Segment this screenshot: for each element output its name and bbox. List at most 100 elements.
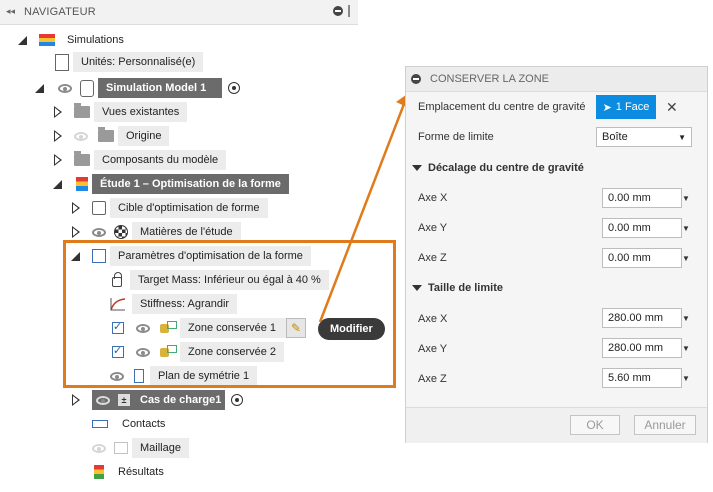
offset-section-title: Décalage du centre de gravité (428, 162, 584, 174)
offset-x-label: Axe X (418, 192, 448, 204)
tree-label: Simulation Model 1 (98, 78, 222, 98)
shape-value: Boîte (602, 131, 628, 143)
cancel-button[interactable]: Annuler (634, 415, 696, 435)
tree-item-simulations[interactable]: Simulations (18, 29, 132, 51)
offset-z-input[interactable]: 0.00 mm (602, 248, 682, 268)
folder-icon (98, 127, 114, 142)
minimize-icon[interactable] (333, 6, 343, 16)
tree-item-mesh[interactable]: Maillage (92, 437, 189, 459)
tree-label: Cible d'optimisation de forme (110, 198, 268, 218)
panel-title: CONSERVER LA ZONE (430, 73, 549, 85)
tree-item-model-components[interactable]: Composants du modèle (54, 149, 227, 171)
navigator-title: NAVIGATEUR (24, 6, 96, 18)
shape-label: Forme de limite (418, 131, 494, 143)
chevron-down-icon[interactable]: ▼ (682, 374, 690, 383)
pin-icon[interactable] (348, 5, 350, 17)
shape-select[interactable]: Boîte ▼ (596, 127, 692, 147)
tree-label: Maillage (132, 438, 189, 458)
load-case-icon: ± (118, 394, 130, 406)
offset-y-label: Axe Y (418, 222, 448, 234)
active-radio-icon[interactable] (231, 394, 244, 406)
model-icon (80, 79, 94, 97)
folder-icon (74, 103, 90, 118)
tree-item-study[interactable]: Étude 1 – Optimisation de la forme (53, 173, 289, 195)
tree-item-load-case[interactable]: ± Cas de charge1 (72, 389, 244, 411)
clear-selection-icon[interactable]: ✕ (666, 99, 678, 116)
size-x-label: Axe X (418, 313, 448, 325)
load-case-group: ± Cas de charge1 (92, 390, 226, 410)
offset-x-input[interactable]: 0.00 mm (602, 188, 682, 208)
collapse-panel-icon[interactable] (411, 74, 421, 84)
hidden-eye-icon[interactable] (92, 443, 106, 453)
results-icon (94, 465, 104, 479)
visibility-eye-icon[interactable] (58, 83, 72, 93)
body-icon (92, 201, 106, 215)
tree-label: Composants du modèle (94, 150, 227, 170)
collapsed-arrow-icon[interactable] (54, 106, 62, 118)
document-icon (55, 53, 69, 71)
size-z-label: Axe Z (418, 373, 447, 385)
tree-item-contacts[interactable]: Contacts (92, 413, 174, 435)
highlight-frame (63, 240, 396, 388)
panel-footer: OK Annuler (406, 407, 707, 443)
collapse-icon[interactable]: ◂◂ (6, 6, 15, 17)
tree-item-simulation-model[interactable]: Simulation Model 1 (35, 77, 240, 99)
visibility-eye-icon[interactable] (96, 395, 110, 405)
expanded-arrow-icon[interactable] (18, 35, 27, 45)
tree-item-results[interactable]: Résultats (94, 461, 172, 483)
size-y-input[interactable]: 280.00 mm (602, 338, 682, 358)
visibility-eye-icon[interactable] (92, 227, 106, 237)
tree-label: Vues existantes (94, 102, 188, 122)
size-section[interactable]: Taille de limite (412, 282, 503, 294)
tree-label: Simulations (59, 30, 132, 50)
size-y-label: Axe Y (418, 343, 448, 355)
centroid-label: Emplacement du centre de gravité (418, 101, 586, 113)
tree-item-shape-target[interactable]: Cible d'optimisation de forme (72, 197, 268, 219)
study-icon (76, 177, 88, 191)
tree-label: Cas de charge1 (140, 394, 222, 406)
folder-icon (74, 151, 90, 166)
size-x-input[interactable]: 280.00 mm (602, 308, 682, 328)
collapsed-arrow-icon[interactable] (72, 394, 80, 406)
collapsed-arrow-icon[interactable] (54, 130, 62, 142)
tree-label: Étude 1 – Optimisation de la forme (92, 174, 289, 194)
face-select-button[interactable]: ➤ 1 Face (596, 95, 656, 119)
chevron-down-icon[interactable]: ▼ (682, 314, 690, 323)
tree-item-existing-views[interactable]: Vues existantes (54, 101, 188, 123)
chevron-down-icon[interactable]: ▼ (682, 344, 690, 353)
preserve-zone-panel: CONSERVER LA ZONE Emplacement du centre … (405, 66, 708, 443)
chevron-down-icon[interactable]: ▼ (682, 224, 690, 233)
section-expanded-icon (412, 165, 422, 171)
collapsed-arrow-icon[interactable] (54, 154, 62, 166)
size-z-input[interactable]: 5.60 mm (602, 368, 682, 388)
offset-section[interactable]: Décalage du centre de gravité (412, 162, 584, 174)
chevron-down-icon[interactable]: ▼ (682, 254, 690, 263)
panel-header: CONSERVER LA ZONE (406, 67, 707, 92)
tree-label: Origine (118, 126, 170, 146)
chevron-down-icon[interactable]: ▼ (682, 194, 690, 203)
simulations-icon (39, 34, 55, 46)
chevron-down-icon: ▼ (678, 132, 686, 142)
navigator-header: ◂◂ NAVIGATEUR (0, 0, 358, 25)
tree-label: Matières de l'étude (132, 222, 241, 242)
offset-y-input[interactable]: 0.00 mm (602, 218, 682, 238)
cursor-icon: ➤ (602, 101, 612, 114)
tree-label: Résultats (110, 462, 172, 482)
tree-item-units[interactable]: Unités: Personnalisé(e) (55, 51, 204, 73)
material-icon (114, 225, 128, 239)
collapsed-arrow-icon[interactable] (72, 202, 80, 214)
expanded-arrow-icon[interactable] (53, 179, 62, 189)
mesh-icon (114, 442, 128, 454)
tree-item-origin[interactable]: Origine (54, 125, 170, 147)
face-select-label: 1 Face (615, 101, 650, 113)
collapsed-arrow-icon[interactable] (72, 226, 80, 238)
size-section-title: Taille de limite (428, 282, 503, 294)
section-expanded-icon (412, 285, 422, 291)
expanded-arrow-icon[interactable] (35, 83, 44, 93)
contacts-icon (92, 420, 108, 428)
hidden-eye-icon[interactable] (74, 131, 88, 141)
ok-button[interactable]: OK (570, 415, 620, 435)
tree-label: Contacts (114, 414, 174, 434)
active-radio-icon[interactable] (228, 82, 240, 94)
offset-z-label: Axe Z (418, 252, 447, 264)
